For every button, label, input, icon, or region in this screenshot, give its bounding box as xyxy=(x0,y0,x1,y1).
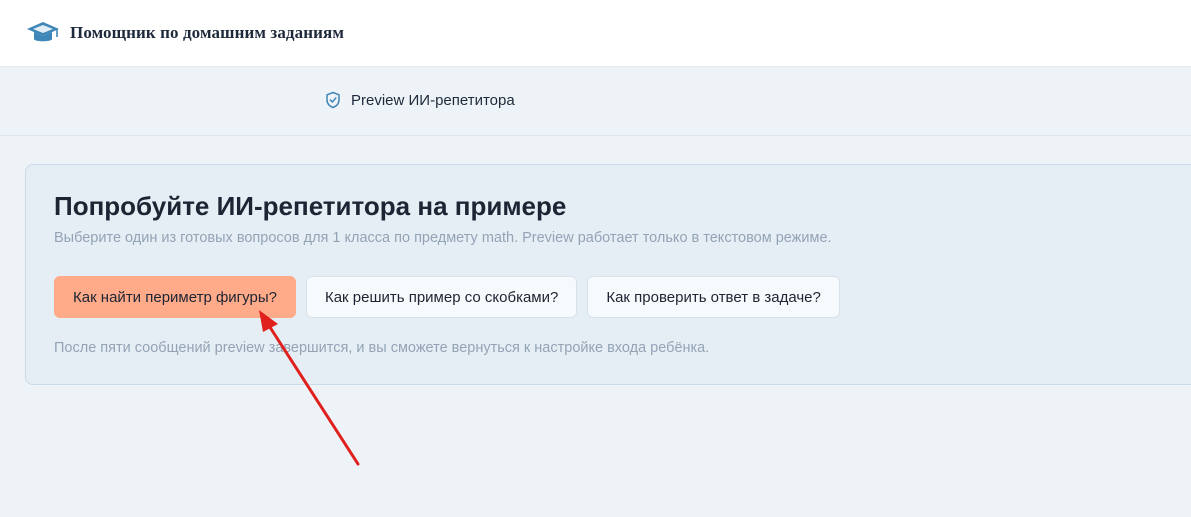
preview-badge: Preview ИИ-репетитора xyxy=(325,91,515,109)
preview-badge-label: Preview ИИ-репетитора xyxy=(351,91,515,109)
preview-bar: Preview ИИ-репетитора xyxy=(0,67,1191,136)
brand[interactable]: Помощник по домашним заданиям xyxy=(26,19,344,47)
question-button-check-answer[interactable]: Как проверить ответ в задаче? xyxy=(587,276,840,318)
card-subtitle: Выберите один из готовых вопросов для 1 … xyxy=(54,230,832,246)
question-button-brackets[interactable]: Как решить пример со скобками? xyxy=(305,276,578,318)
card-heading: Попробуйте ИИ-репетитора на примере xyxy=(54,191,567,221)
graduation-cap-icon xyxy=(26,19,60,47)
question-button-perimeter[interactable]: Как найти периметр фигуры? xyxy=(54,276,296,318)
question-buttons: Как найти периметр фигуры? Как решить пр… xyxy=(54,276,840,318)
preview-card: Попробуйте ИИ-репетитора на примере Выбе… xyxy=(25,164,1191,385)
brand-title: Помощник по домашним заданиям xyxy=(70,23,344,42)
top-bar: Помощник по домашним заданиям xyxy=(0,0,1191,67)
card-note: После пяти сообщений preview завершится,… xyxy=(54,340,710,356)
shield-check-icon xyxy=(325,91,341,109)
